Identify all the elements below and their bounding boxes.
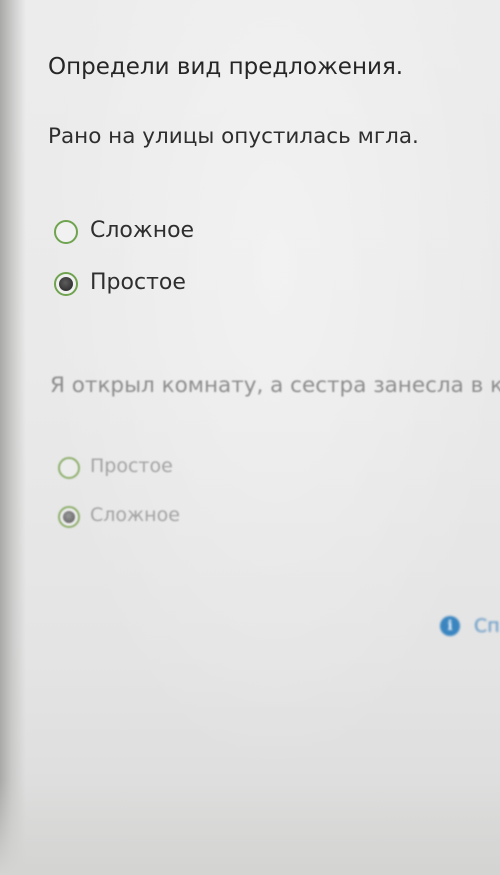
radio-button-selected[interactable] — [54, 272, 78, 296]
option-label: Простое — [90, 270, 186, 295]
screen-bottom-shadow — [0, 780, 500, 875]
screen-edge-shadow — [0, 0, 26, 875]
info-icon: i — [440, 616, 460, 636]
hint-label: Сп — [474, 615, 500, 637]
radio-button-unselected[interactable] — [58, 457, 80, 479]
question-2-sentence: Я открыл комнату, а сестра занесла в к — [50, 373, 500, 398]
question-instruction: Определи вид предложения. — [48, 54, 404, 80]
option-label: Сложное — [90, 218, 195, 243]
radio-button-selected[interactable] — [58, 506, 80, 528]
option-label: Простое — [90, 455, 173, 477]
question-1-sentence: Рано на улицы опустилась мгла. — [48, 124, 419, 149]
screen-background: Определи вид предложения. Рано на улицы … — [0, 0, 500, 875]
option-label: Сложное — [90, 504, 180, 526]
radio-button-unselected[interactable] — [54, 220, 78, 244]
